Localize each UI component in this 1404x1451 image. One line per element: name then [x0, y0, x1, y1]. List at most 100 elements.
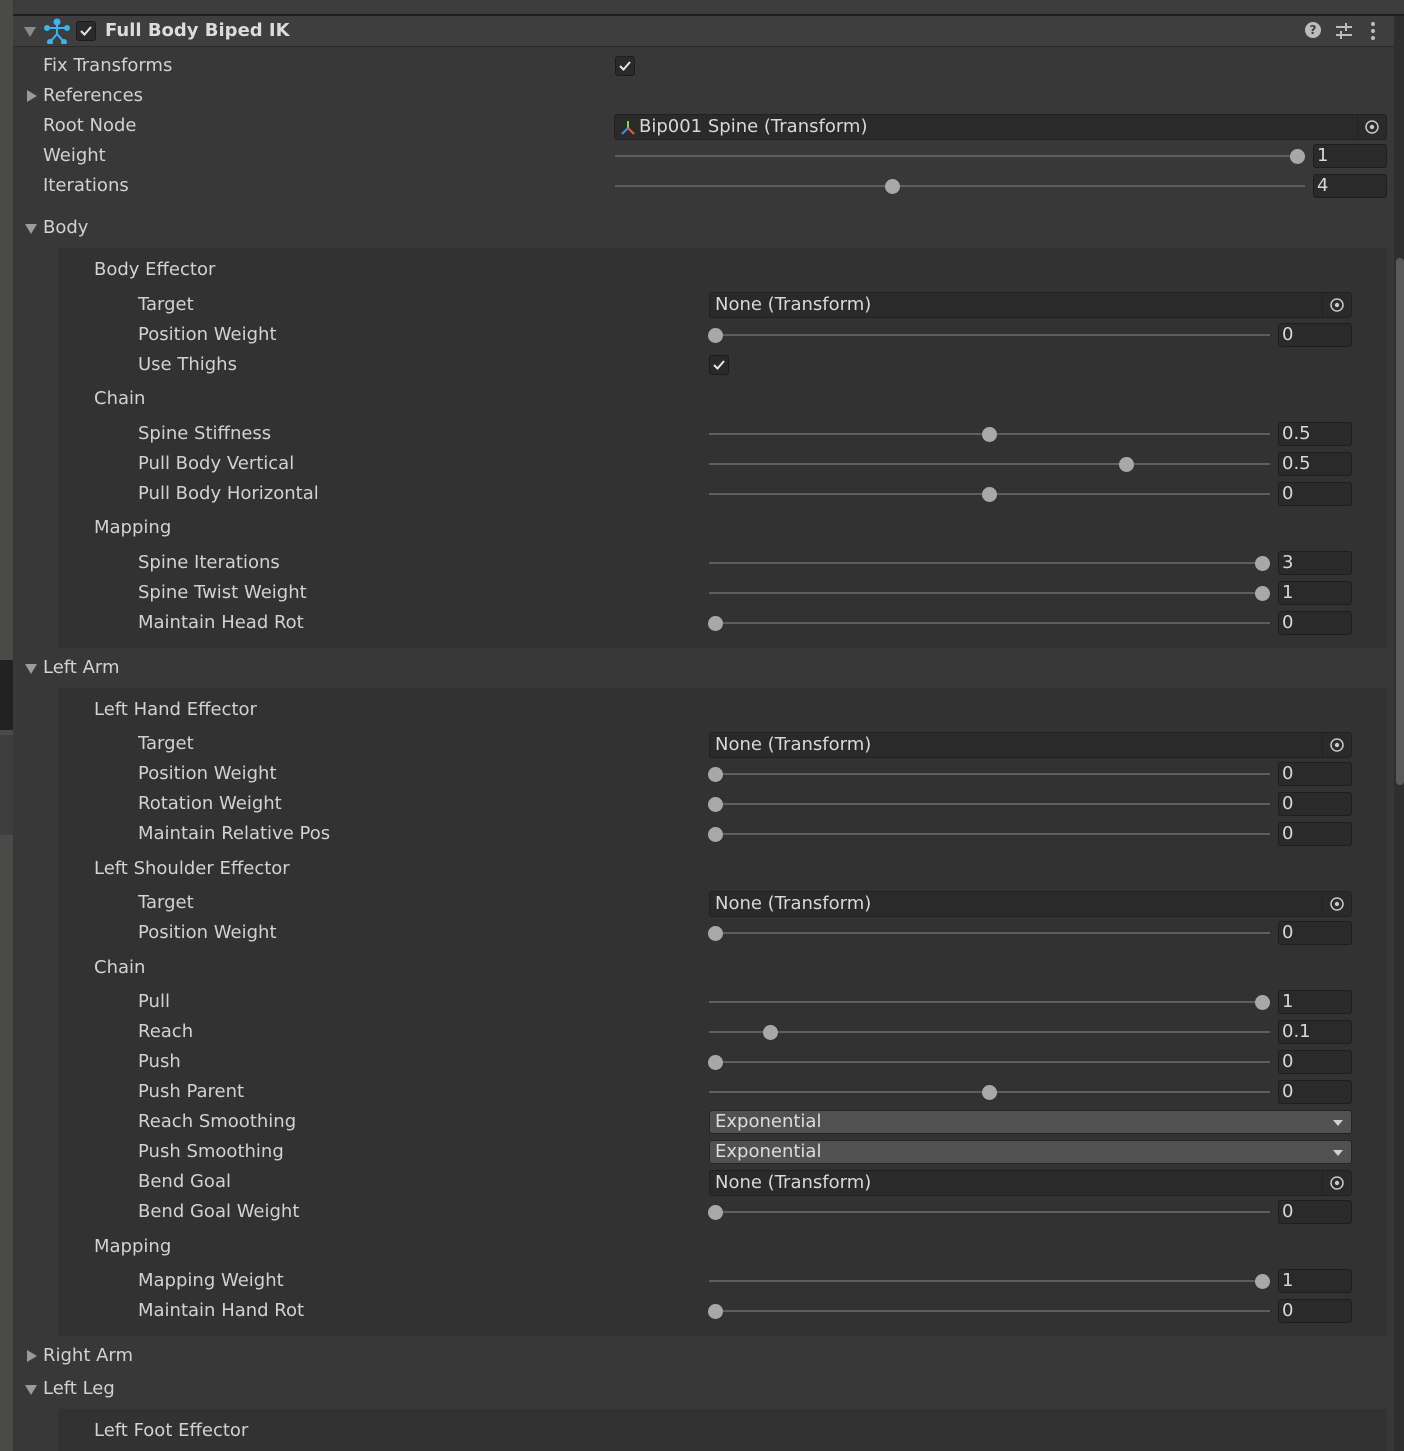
- pull-body-horizontal-field[interactable]: 0: [1278, 482, 1352, 506]
- body-position-weight-slider-knob[interactable]: [708, 328, 723, 343]
- body-target-picker[interactable]: [1322, 293, 1351, 317]
- left-shoulder-target-picker[interactable]: [1322, 892, 1351, 916]
- bend-goal-weight-field[interactable]: 0: [1278, 1200, 1352, 1224]
- spine-stiffness-field[interactable]: 0.5: [1278, 422, 1352, 446]
- maintain-hand-rot-slider-knob[interactable]: [708, 1304, 723, 1319]
- iterations-value: 4: [1317, 175, 1329, 196]
- reach-smoothing-dropdown[interactable]: Exponential: [709, 1110, 1352, 1134]
- left-hand-rotation-weight-field[interactable]: 0: [1278, 792, 1352, 816]
- left-leg-foldout[interactable]: Left Leg: [43, 1377, 115, 1401]
- pull-body-horizontal-slider-knob[interactable]: [982, 487, 997, 502]
- iterations-slider-track[interactable]: [615, 185, 1305, 187]
- weight-field[interactable]: 1: [1313, 144, 1387, 168]
- references-foldout[interactable]: References: [43, 84, 143, 108]
- maintain-head-rot-slider-track[interactable]: [709, 622, 1270, 624]
- left-hand-target-picker[interactable]: [1322, 733, 1351, 757]
- push-parent-field[interactable]: 0: [1278, 1080, 1352, 1104]
- body-foldout-arrow-icon[interactable]: [25, 224, 37, 234]
- left-hand-position-weight-slider-knob[interactable]: [708, 767, 723, 782]
- pull-slider-knob[interactable]: [1255, 995, 1270, 1010]
- body-position-weight-field[interactable]: 0: [1278, 323, 1352, 347]
- reach-field[interactable]: 0.1: [1278, 1020, 1352, 1044]
- left-foot-effector-heading: Left Foot Effector: [94, 1420, 249, 1441]
- left-shoulder-target-value: None (Transform): [715, 893, 872, 914]
- bend-goal-weight-slider-knob[interactable]: [708, 1205, 723, 1220]
- left-arm-foldout-arrow-icon[interactable]: [25, 664, 37, 674]
- right-arm-foldout-arrow-icon[interactable]: [27, 1350, 37, 1362]
- iterations-slider-knob[interactable]: [885, 179, 900, 194]
- push-parent-slider-knob[interactable]: [982, 1085, 997, 1100]
- inspector-top-bar: [13, 0, 1404, 16]
- references-foldout-arrow-icon[interactable]: [27, 90, 37, 102]
- maintain-relative-pos-field[interactable]: 0: [1278, 822, 1352, 846]
- maintain-relative-pos-slider-track[interactable]: [709, 833, 1270, 835]
- use-thighs-checkbox[interactable]: [709, 355, 729, 375]
- spine-iterations-value: 3: [1282, 552, 1294, 573]
- left-arm-foldout[interactable]: Left Arm: [43, 656, 120, 680]
- bend-goal-weight-slider-track[interactable]: [709, 1211, 1270, 1213]
- left-panel-edge: [0, 0, 13, 1451]
- maintain-hand-rot-label: Maintain Hand Rot: [138, 1300, 305, 1321]
- bend-goal-picker[interactable]: [1322, 1171, 1351, 1195]
- spine-twist-weight-field[interactable]: 1: [1278, 581, 1352, 605]
- root-node-field[interactable]: Bip001 Spine (Transform): [614, 114, 1387, 140]
- left-hand-target-field[interactable]: None (Transform): [709, 732, 1352, 758]
- left-leg-foldout-arrow-icon[interactable]: [25, 1385, 37, 1395]
- root-node-picker[interactable]: [1357, 115, 1386, 139]
- maintain-relative-pos-slider-knob[interactable]: [708, 827, 723, 842]
- push-slider-knob[interactable]: [708, 1055, 723, 1070]
- mapping-weight-field[interactable]: 1: [1278, 1269, 1352, 1293]
- left-hand-position-weight-field[interactable]: 0: [1278, 762, 1352, 786]
- spine-iterations-slider-track[interactable]: [709, 562, 1270, 564]
- dropdown-caret-icon: [1333, 1150, 1343, 1156]
- reach-slider-knob[interactable]: [763, 1025, 778, 1040]
- spine-iterations-field[interactable]: 3: [1278, 551, 1352, 575]
- pull-body-horizontal-value: 0: [1282, 483, 1294, 504]
- maintain-hand-rot-field[interactable]: 0: [1278, 1299, 1352, 1323]
- more-menu-icon[interactable]: [1368, 21, 1378, 41]
- left-hand-rotation-weight-slider-knob[interactable]: [708, 797, 723, 812]
- pull-body-vertical-slider-track[interactable]: [709, 463, 1270, 465]
- biped-ik-icon: [44, 18, 70, 44]
- left-arm-chain-heading: Chain: [94, 957, 146, 978]
- spine-twist-weight-slider-track[interactable]: [709, 592, 1270, 594]
- left-shoulder-target-field[interactable]: None (Transform): [709, 891, 1352, 917]
- weight-value: 1: [1317, 145, 1329, 166]
- left-hand-position-weight-slider-track[interactable]: [709, 773, 1270, 775]
- left-hand-rotation-weight-slider-track[interactable]: [709, 803, 1270, 805]
- body-foldout[interactable]: Body: [43, 216, 88, 240]
- reach-slider-track[interactable]: [709, 1031, 1270, 1033]
- pull-field[interactable]: 1: [1278, 990, 1352, 1014]
- preset-icon[interactable]: [1335, 22, 1353, 40]
- body-position-weight-label: Position Weight: [138, 324, 277, 345]
- bend-goal-field[interactable]: None (Transform): [709, 1170, 1352, 1196]
- left-shoulder-position-weight-slider-track[interactable]: [709, 932, 1270, 934]
- help-icon[interactable]: ?: [1305, 22, 1321, 38]
- fix-transforms-checkbox[interactable]: [615, 56, 635, 76]
- pull-slider-track[interactable]: [709, 1001, 1270, 1003]
- right-arm-foldout[interactable]: Right Arm: [43, 1344, 133, 1368]
- body-position-weight-slider-track[interactable]: [709, 334, 1270, 336]
- pull-body-vertical-field[interactable]: 0.5: [1278, 452, 1352, 476]
- push-field[interactable]: 0: [1278, 1050, 1352, 1074]
- iterations-field[interactable]: 4: [1313, 174, 1387, 198]
- foldout-arrow-icon[interactable]: [24, 27, 36, 37]
- push-smoothing-dropdown[interactable]: Exponential: [709, 1140, 1352, 1164]
- left-shoulder-position-weight-slider-knob[interactable]: [708, 926, 723, 941]
- pull-body-vertical-slider-knob[interactable]: [1119, 457, 1134, 472]
- maintain-head-rot-slider-knob[interactable]: [708, 616, 723, 631]
- mapping-weight-slider-knob[interactable]: [1255, 1274, 1270, 1289]
- spine-twist-weight-slider-knob[interactable]: [1255, 586, 1270, 601]
- maintain-hand-rot-slider-track[interactable]: [709, 1310, 1270, 1312]
- weight-slider-knob[interactable]: [1290, 149, 1305, 164]
- scrollbar-thumb[interactable]: [1396, 258, 1404, 785]
- component-enabled-checkbox[interactable]: [76, 21, 96, 41]
- weight-slider-track[interactable]: [615, 155, 1305, 157]
- spine-iterations-slider-knob[interactable]: [1255, 556, 1270, 571]
- maintain-head-rot-field[interactable]: 0: [1278, 611, 1352, 635]
- body-target-field[interactable]: None (Transform): [709, 292, 1352, 318]
- mapping-weight-slider-track[interactable]: [709, 1280, 1270, 1282]
- left-shoulder-position-weight-field[interactable]: 0: [1278, 921, 1352, 945]
- push-slider-track[interactable]: [709, 1061, 1270, 1063]
- spine-stiffness-slider-knob[interactable]: [982, 427, 997, 442]
